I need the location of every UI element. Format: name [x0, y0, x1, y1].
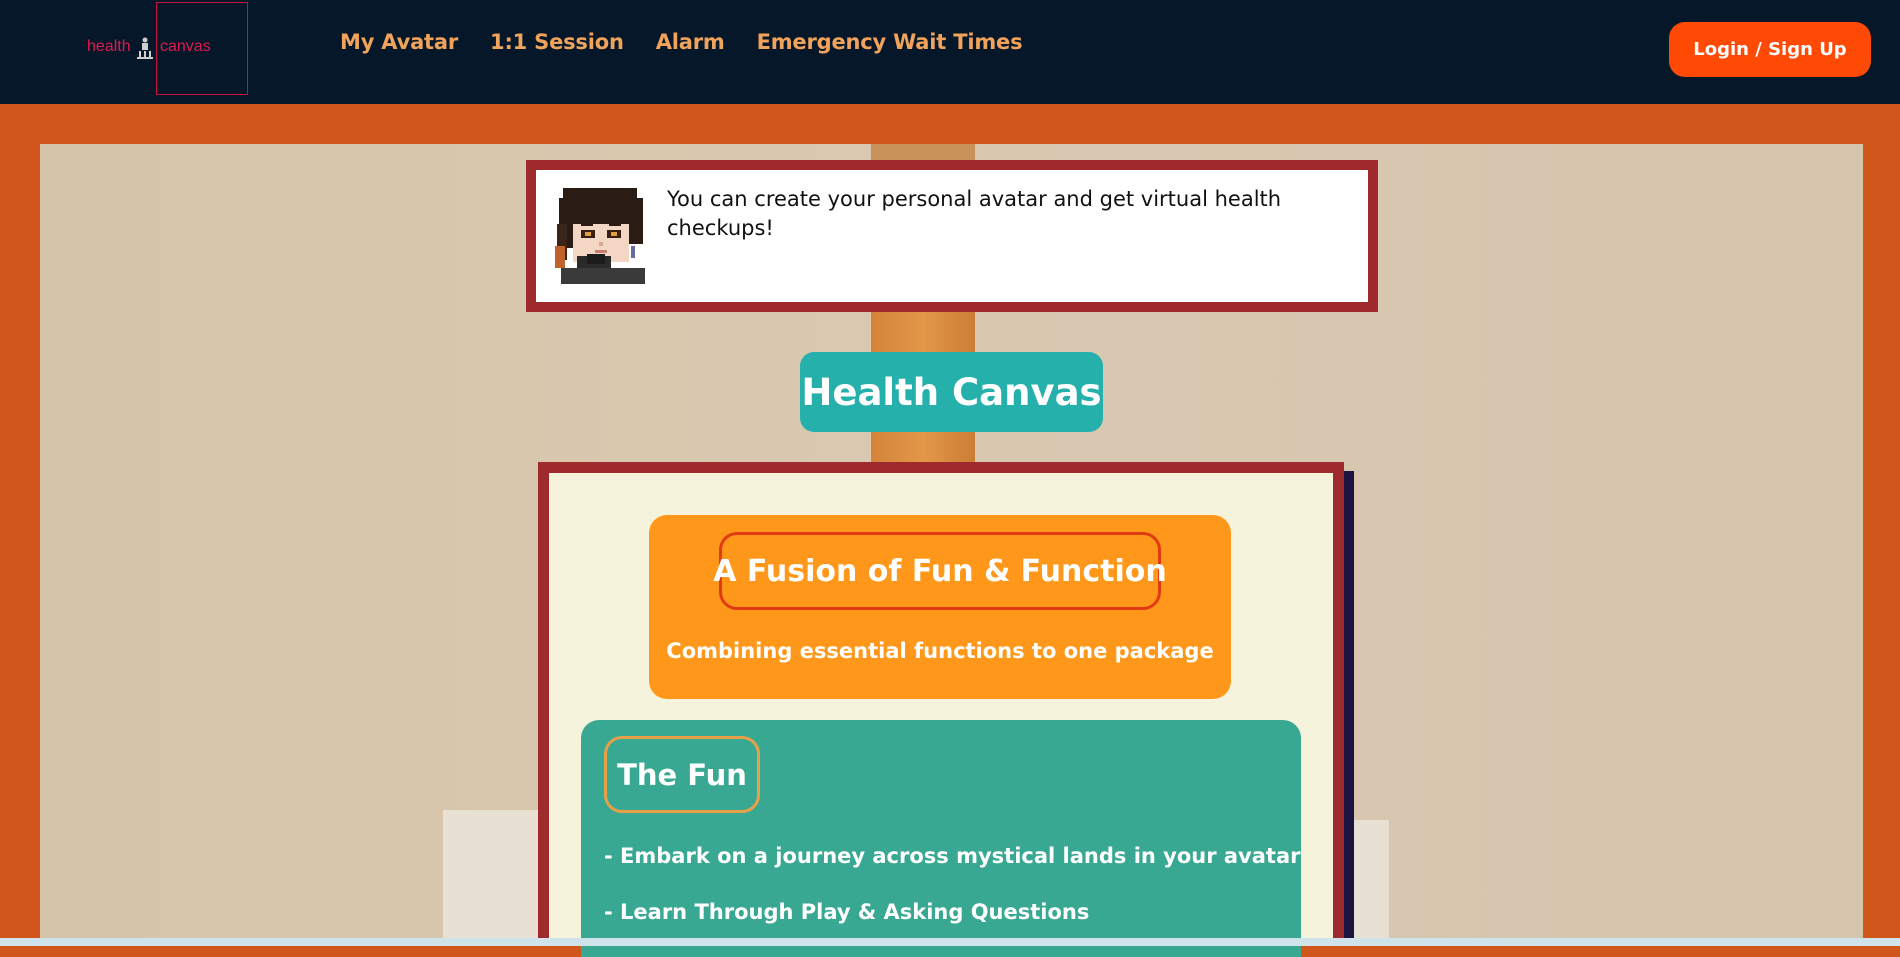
fusion-title: A Fusion of Fun & Function: [713, 532, 1167, 610]
speech-text: You can create your personal avatar and …: [667, 187, 1282, 240]
list-item: - Embark on a journey across mystical la…: [604, 844, 1301, 868]
nav-alarm[interactable]: Alarm: [656, 30, 725, 54]
speech-card-body: You can create your personal avatar and …: [536, 170, 1368, 302]
logo-text-canvas[interactable]: canvas: [160, 38, 211, 56]
paper-decoration-left: [443, 810, 543, 946]
fun-section: The Fun - Embark on a journey across mys…: [581, 720, 1301, 957]
main-card-body: A Fusion of Fun & Function Combining ess…: [549, 473, 1333, 957]
nav-session[interactable]: 1:1 Session: [490, 30, 624, 54]
fusion-subtitle: Combining essential functions to one pac…: [666, 639, 1214, 663]
nav-emergency-wait-times[interactable]: Emergency Wait Times: [757, 30, 1023, 54]
list-item: - Learn Through Play & Asking Questions: [604, 900, 1090, 924]
avatar-speech-card: You can create your personal avatar and …: [526, 160, 1378, 312]
fun-title: The Fun: [604, 736, 760, 813]
nav-my-avatar[interactable]: My Avatar: [340, 30, 458, 54]
main-card: A Fusion of Fun & Function Combining ess…: [538, 462, 1344, 957]
page-title: Health Canvas: [800, 352, 1103, 432]
top-navbar: health canvas My Avatar 1:1 Session Alar…: [0, 0, 1900, 104]
logo-text-health[interactable]: health: [87, 38, 131, 56]
horizontal-scrollbar[interactable]: [0, 938, 1900, 946]
main-nav: My Avatar 1:1 Session Alarm Emergency Wa…: [340, 30, 1023, 54]
avatar-portrait-icon: [551, 184, 651, 284]
logo-figure-icon: [137, 37, 153, 59]
fusion-section: A Fusion of Fun & Function Combining ess…: [649, 515, 1231, 699]
login-signup-button[interactable]: Login / Sign Up: [1669, 22, 1871, 77]
